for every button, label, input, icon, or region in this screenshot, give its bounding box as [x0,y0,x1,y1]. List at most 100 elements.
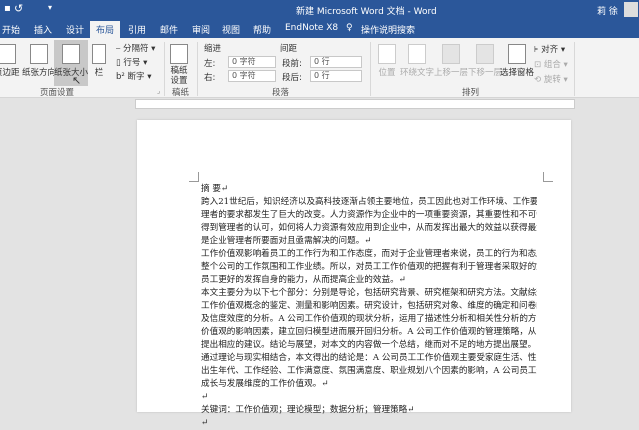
send-backward-icon [476,44,494,64]
bring-forward-button[interactable]: 上移一层 [434,44,468,78]
manuscript-icon [170,44,188,64]
crop-mark [543,172,553,182]
lightbulb-icon: ♀ [346,23,353,33]
columns-icon [92,44,106,64]
send-backward-button[interactable]: 下移一层 [468,44,502,78]
group-label: 组合 [543,60,561,70]
page-setup-group-label: 页面设置 [40,88,75,98]
ribbon: 页边距 纸张方向 纸张大小 ↖ 栏 ⎯ 分隔符 ▾ ▯ 行号 ▾ b² 断字 ▾… [0,38,639,98]
margins-button[interactable]: 页边距 [0,44,20,78]
selection-pane-icon [508,44,526,64]
window-title: 新建 Microsoft Word 文档 - Word [296,7,437,17]
indent-left-input[interactable]: 0 字符 [228,56,276,68]
document-line: 及信度效度的分析。A 公司工作价值观的现状分析，运用了描述性分析和相关性分析的方… [201,314,537,324]
rotate-label: 旋转 [543,75,561,85]
hyphenation-button[interactable]: b² 断字 ▾ [116,70,152,82]
tab-review[interactable]: 审阅 [192,23,210,36]
document-line: 理者的要求都发生了巨大的改变。人力资源作为企业中的一项重要资源，其重要性和不可替… [201,210,537,220]
document-line: 工作价值观影响着员工的工作行为和工作态度，而对于企业管理者来说，员工的行为和态度… [201,249,537,259]
size-label: 纸张大小 [54,68,89,78]
manuscript-label: 稿纸设置 [170,66,188,86]
line-numbers-button[interactable]: ▯ 行号 ▾ [116,56,147,68]
breaks-label: 分隔符 [122,44,149,54]
spacing-after-input[interactable]: 0 行 [310,70,362,82]
ribbon-tabs: 开始 插入 设计 布局 引用 邮件 审阅 视图 帮助 EndNote X8 ♀ … [0,20,639,38]
line-numbers-label: 行号 [123,58,141,68]
position-icon [378,44,396,64]
breaks-button[interactable]: ⎯ 分隔符 ▾ [116,42,155,54]
bring-forward-label: 上移一层 [434,68,469,78]
manuscript-settings-button[interactable]: 稿纸设置 [170,44,188,86]
tab-insert[interactable]: 插入 [34,23,52,36]
arrange-group-label: 排列 [462,88,480,98]
wrap-text-icon [408,44,426,64]
document-line: 关键词：工作价值观；理论模型；数据分析；管理策略↵ [201,405,415,415]
spacing-before-input[interactable]: 0 行 [310,56,362,68]
dialog-launcher-icon[interactable]: ⌟ [157,87,160,95]
document-page[interactable]: 摘 要↵ 跨入21世纪后，知识经济以及高科技逐渐占领主要地位，员工因此也对工作环境… [137,120,571,428]
document-line: ↵ [201,392,209,402]
tab-layout[interactable]: 布局 [90,21,121,38]
document-line: 出生年代、工作经验、工作满意度、氛围满意度、职业规划八个因素的影响，A 公司员工… [201,366,537,376]
page-size-icon [62,44,80,64]
horizontal-ruler[interactable] [135,99,575,109]
document-line: ↵ [201,418,209,428]
document-line: 是企业管理者所要面对且亟需解决的问题。↵ [201,236,372,246]
document-line: 成长与发展维度的工作价值观。↵ [201,379,329,389]
align-label: 对齐 [541,45,559,55]
orientation-label: 纸张方向 [22,68,57,78]
selection-pane-label: 选择窗格 [500,68,535,78]
save-icon[interactable]: ▪ [4,3,11,14]
user-name[interactable]: 莉 徐 [597,4,618,17]
document-line: 本文主要分为以下七个部分：分别是导论，包括研究背景、研究框架和研究方法。文献综述… [201,288,537,298]
wrap-text-button[interactable]: 环绕文字 [400,44,434,78]
tab-view[interactable]: 视图 [222,23,240,36]
indent-right-input[interactable]: 0 字符 [228,70,276,82]
manuscript-group-label: 稿纸 [172,88,190,98]
columns-button[interactable]: 栏 [92,44,106,78]
tab-references[interactable]: 引用 [128,23,146,36]
columns-label: 栏 [94,68,104,78]
tell-me-search[interactable]: 操作说明搜索 [361,23,415,36]
size-button[interactable]: 纸张大小 [54,40,88,86]
crop-mark [189,172,199,182]
tab-mailings[interactable]: 邮件 [160,23,178,36]
group-button[interactable]: ⊡ 组合 ▾ [534,58,568,70]
position-label: 位置 [378,68,396,78]
wrap-text-label: 环绕文字 [400,68,435,78]
orientation-button[interactable]: 纸张方向 [22,44,56,78]
position-button[interactable]: 位置 [378,44,396,78]
divider [370,42,371,96]
document-line: 通过理论与现实相结合，本文得出的结论是：A 公司员工工作价值观主要受家庭生活、性… [201,353,537,363]
margins-label: 页边距 [0,68,20,78]
tab-endnote[interactable]: EndNote X8 [285,23,338,33]
document-line: 提出相应的建议。结论与展望，对本文的内容做一个总结，继而对不足的地方提出展望。↵ [201,340,537,350]
divider [164,42,165,96]
document-line: 工作价值观概念的鉴定、测量和影响因素。研究设计，包括研究对象、维度的确定和问卷的… [201,301,537,311]
selection-pane-button[interactable]: 选择窗格 [500,44,534,78]
tab-design[interactable]: 设计 [66,23,84,36]
indent-label: 缩进 [204,44,222,54]
title-bar: ▪ ↺ ▾ 新建 Microsoft Word 文档 - Word 莉 徐 [0,0,639,20]
indent-left-label: 左: [204,59,216,69]
align-button[interactable]: ⊧ 对齐 ▾ [534,43,565,55]
bring-forward-icon [442,44,460,64]
spacing-label: 间距 [280,44,298,54]
document-line: 得到管理者的认可，如何将人力资源有效应用到企业中，从而发挥出最大的效益以获得最大… [201,223,537,233]
avatar[interactable] [624,2,638,17]
document-line: 整个公司的工作氛围和工作业绩。所以，对员工工作价值观的把握有利于管理者采取好的策… [201,262,537,272]
paragraph-group-label: 段落 [272,88,290,98]
indent-right-label: 右: [204,73,216,83]
orientation-icon [30,44,48,64]
document-line: 价值观的影响因素，建立回归模型进而展开回归分析。A 公司工作价值观的管理策略，从… [201,327,537,337]
divider [574,42,575,96]
document-line: 跨入21世纪后，知识经济以及高科技逐渐占领主要地位，员工因此也对工作环境、工作要… [201,197,537,207]
tab-help[interactable]: 帮助 [253,23,271,36]
customize-qat-icon[interactable]: ▾ [48,3,52,12]
tab-home[interactable]: 开始 [2,23,20,36]
hyphenation-label: 断字 [127,72,145,82]
rotate-button[interactable]: ⟲ 旋转 ▾ [534,73,568,85]
undo-icon[interactable]: ↺ [14,2,23,15]
spacing-after-label: 段后: [282,73,302,83]
divider [197,42,198,96]
